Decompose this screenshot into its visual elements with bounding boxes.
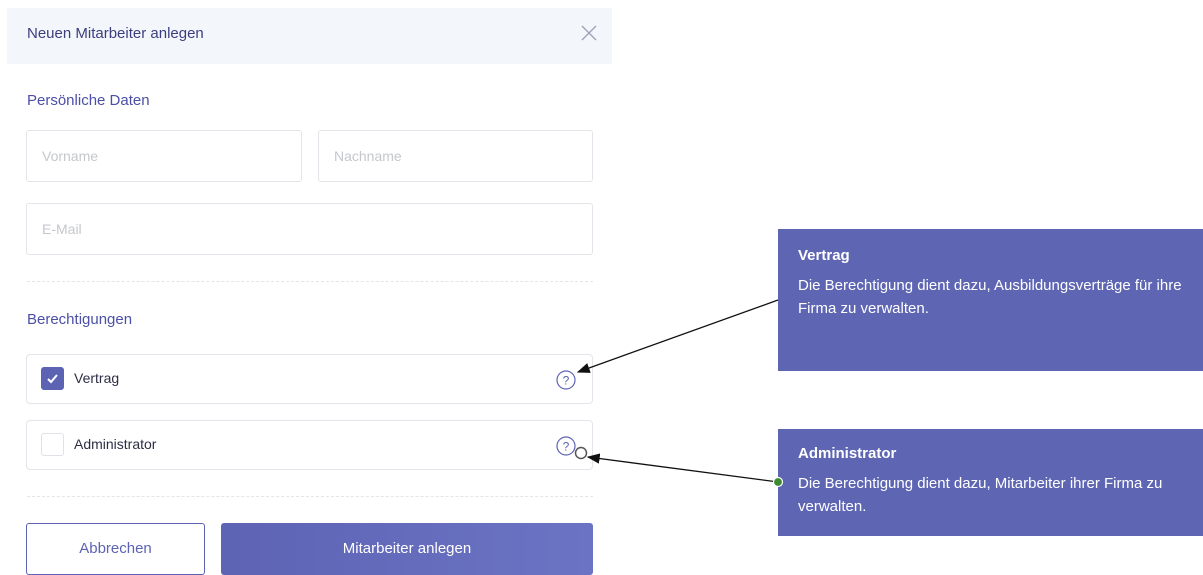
permission-label: Vertrag: [74, 370, 120, 386]
tooltip-text: Die Berechtigung dient dazu, Mitarbeiter…: [798, 475, 1163, 515]
question-circle-icon[interactable]: ?: [556, 370, 576, 390]
permission-row-administrator: Administrator ?: [26, 420, 593, 470]
close-icon[interactable]: [578, 22, 600, 44]
checkmark-icon: [47, 374, 58, 384]
create-employee-button[interactable]: Mitarbeiter anlegen: [221, 523, 593, 575]
modal-header: Neuen Mitarbeiter anlegen: [7, 8, 612, 64]
divider: [27, 496, 593, 497]
question-circle-icon[interactable]: ?: [556, 436, 576, 456]
first-name-input[interactable]: [26, 130, 302, 182]
tooltip-administrator: Administrator Die Berechtigung dient daz…: [778, 429, 1203, 536]
svg-text:?: ?: [563, 440, 570, 454]
last-name-input[interactable]: [318, 130, 593, 182]
permissions-heading: Berechtigungen: [27, 311, 133, 328]
permission-label: Administrator: [74, 436, 157, 452]
vertrag-checkbox[interactable]: [41, 367, 64, 390]
personal-data-heading: Persönliche Daten: [27, 92, 150, 109]
arrow-vertrag: [576, 299, 779, 373]
administrator-checkbox[interactable]: [41, 433, 64, 456]
divider: [27, 281, 593, 282]
cancel-button[interactable]: Abbrechen: [26, 523, 205, 575]
tooltip-vertrag: Vertrag Die Berechtigung dient dazu, Aus…: [778, 229, 1203, 371]
modal-title: Neuen Mitarbeiter anlegen: [27, 25, 204, 42]
email-input[interactable]: [26, 203, 593, 255]
tooltip-title: Vertrag: [798, 247, 850, 264]
permission-row-vertrag: Vertrag ?: [26, 354, 593, 404]
tooltip-title: Administrator: [798, 445, 897, 462]
tooltip-text: Die Berechtigung dient dazu, Ausbildungs…: [798, 277, 1182, 317]
svg-text:?: ?: [563, 374, 570, 388]
arrow-administrator: [586, 453, 779, 483]
